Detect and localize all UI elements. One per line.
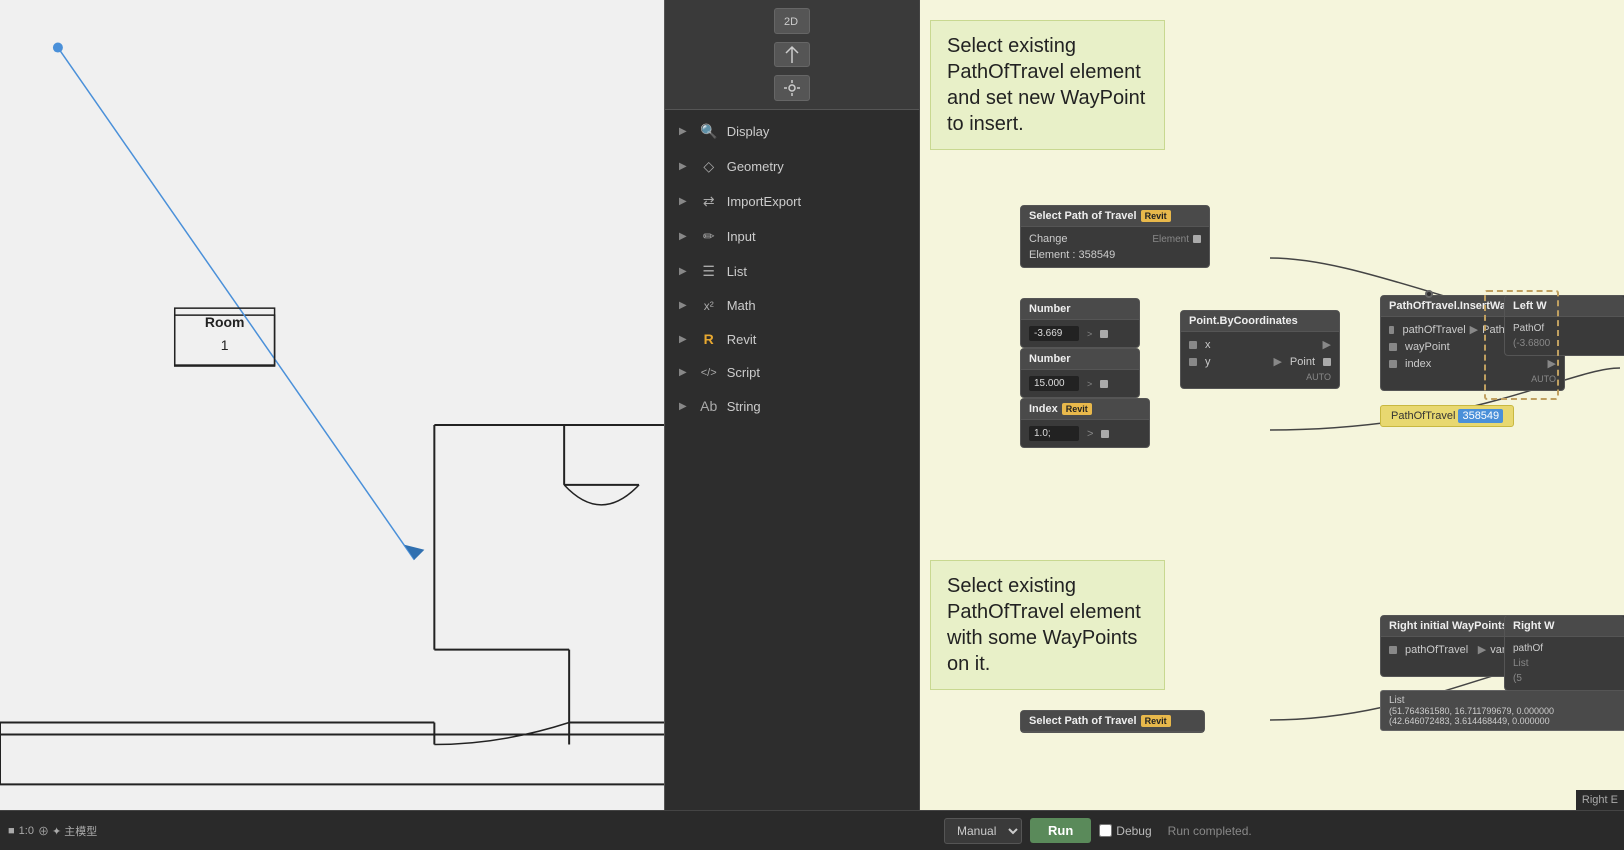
menu-item-label: Math [727, 298, 756, 313]
menu-item-label: Script [727, 365, 760, 380]
chevron-right-icon: ▶ [679, 161, 687, 172]
menu-item-label: Input [727, 229, 756, 244]
node-header-right-bottom: Right W [1505, 616, 1624, 637]
node-header-select-bottom: Select Path of Travel Revit [1021, 711, 1204, 732]
run-controls: Manual Run Debug Run completed. [944, 818, 1616, 844]
annotation-bottom: Select existing PathOfTravel element wit… [930, 560, 1165, 690]
menu-item-display[interactable]: ▶ 🔍 Display [665, 114, 919, 149]
menu-item-geometry[interactable]: ▶ ◇ Geometry [665, 149, 919, 184]
menu-item-list[interactable]: ▶ ☰ List [665, 254, 919, 289]
menu-panel: 2D ▶ 🔍 Display [665, 0, 920, 810]
menu-item-label: String [727, 399, 761, 414]
menu-item-script[interactable]: ▶ </> Script [665, 356, 919, 389]
node-header-number2: Number [1021, 349, 1139, 370]
input-icon: ✏ [699, 228, 719, 245]
list-item-1: (51.764361580, 16.711799679, 0.000000 [1389, 706, 1624, 716]
canvas-status-bar: ■ 1:0 ⊕ ✦ 主模型 [8, 823, 673, 839]
debug-row: Debug [1099, 824, 1151, 838]
debug-label: Debug [1116, 824, 1151, 838]
canvas-area: Room 1 [0, 0, 665, 810]
node-graph-area[interactable]: Select existing PathOfTravel element and… [920, 0, 1624, 810]
geometry-icon: ◇ [699, 158, 719, 175]
node-row-element: Element : 358549 [1021, 247, 1209, 263]
node-row-y: y ▶ Point [1181, 353, 1339, 370]
chevron-right-icon: ▶ [679, 401, 687, 412]
list-title: List [1389, 695, 1624, 706]
node-partial-right-bottom[interactable]: Right W pathOf List (5 [1504, 615, 1624, 691]
script-icon: </> [699, 367, 719, 379]
string-icon: Ab [699, 398, 719, 414]
menu-item-label: Geometry [727, 159, 784, 174]
node-auto-label: AUTO [1181, 370, 1339, 384]
menu-item-label: ImportExport [727, 194, 801, 209]
node-row-rightb-list: List [1505, 656, 1624, 671]
node-row-change: Change Element [1021, 231, 1209, 247]
node-row-rightb: pathOf [1505, 641, 1624, 656]
menu-item-revit[interactable]: ▶ R Revit [665, 322, 919, 356]
menu-item-importexport[interactable]: ▶ ⇄ ImportExport [665, 184, 919, 219]
node-number1[interactable]: Number -3.669 > [1020, 298, 1140, 348]
svg-text:1: 1 [221, 337, 229, 353]
list-item-2: (42.646072483, 3.614468449, 0.000000 [1389, 716, 1624, 726]
node-header-number1: Number [1021, 299, 1139, 320]
svg-text:2D: 2D [784, 16, 798, 28]
debug-checkbox[interactable] [1099, 824, 1112, 837]
importexport-icon: ⇄ [699, 193, 719, 210]
settings-icon-btn[interactable] [774, 75, 810, 101]
node-select-path-top[interactable]: Select Path of Travel Revit Change Eleme… [1020, 205, 1210, 268]
run-status: Run completed. [1168, 824, 1252, 838]
math-icon: x² [699, 299, 719, 313]
node-header-index: Index Revit [1021, 399, 1149, 420]
chevron-right-icon: ▶ [679, 300, 687, 311]
revit-icon: R [699, 331, 719, 347]
annotation-top: Select existing PathOfTravel element and… [930, 20, 1165, 150]
bottom-bar: ■ 1:0 ⊕ ✦ 主模型 Manual Run Debug Run compl… [0, 810, 1624, 850]
menu-item-label: List [727, 264, 747, 279]
node-row-value2: 15.000 > [1021, 374, 1139, 393]
chevron-right-icon: ▶ [679, 334, 687, 345]
list-output-box: List (51.764361580, 16.711799679, 0.0000… [1380, 690, 1624, 731]
menu-item-string[interactable]: ▶ Ab String [665, 389, 919, 423]
node-point-by-coords[interactable]: Point.ByCoordinates x ▶ y ▶ Point AUTO [1180, 310, 1340, 389]
menu-items: ▶ 🔍 Display ▶ ◇ Geometry ▶ ⇄ ImportExpor… [665, 110, 919, 810]
node-row-rightb-list2: (5 [1505, 671, 1624, 686]
node-select-path-bottom[interactable]: Select Path of Travel Revit [1020, 710, 1205, 733]
node-header-select-path-top: Select Path of Travel Revit [1021, 206, 1209, 227]
connection-dot-top [1425, 290, 1433, 298]
node-row-value1: -3.669 > [1021, 324, 1139, 343]
dashed-outline-box [1484, 290, 1559, 400]
chevron-right-icon: ▶ [679, 266, 687, 277]
search-icon: 🔍 [699, 123, 719, 140]
run-button[interactable]: Run [1030, 818, 1091, 843]
menu-item-label: Display [727, 124, 770, 139]
menu-item-math[interactable]: ▶ x² Math [665, 289, 919, 322]
chevron-right-icon: ▶ [679, 126, 687, 137]
menu-item-label: Revit [727, 332, 757, 347]
right-e-label: Right E [1576, 790, 1624, 810]
node-number2[interactable]: Number 15.000 > [1020, 348, 1140, 398]
node-header-point: Point.ByCoordinates [1181, 311, 1339, 332]
2d-icon-btn[interactable]: 2D [774, 8, 810, 34]
path-output-box: PathOfTravel 358549 [1380, 405, 1514, 427]
chevron-right-icon: ▶ [679, 367, 687, 378]
chevron-right-icon: ▶ [679, 196, 687, 207]
svg-text:Room: Room [205, 314, 245, 330]
menu-top-bar: 2D [665, 0, 919, 110]
node-row-index-value: 1.0; > [1021, 424, 1149, 443]
nav-icon-btn[interactable] [774, 42, 810, 68]
chevron-right-icon: ▶ [679, 231, 687, 242]
list-icon: ☰ [699, 263, 719, 280]
node-row-x: x ▶ [1181, 336, 1339, 353]
menu-item-input[interactable]: ▶ ✏ Input [665, 219, 919, 254]
node-index[interactable]: Index Revit 1.0; > [1020, 398, 1150, 448]
execution-mode-select[interactable]: Manual [944, 818, 1022, 844]
